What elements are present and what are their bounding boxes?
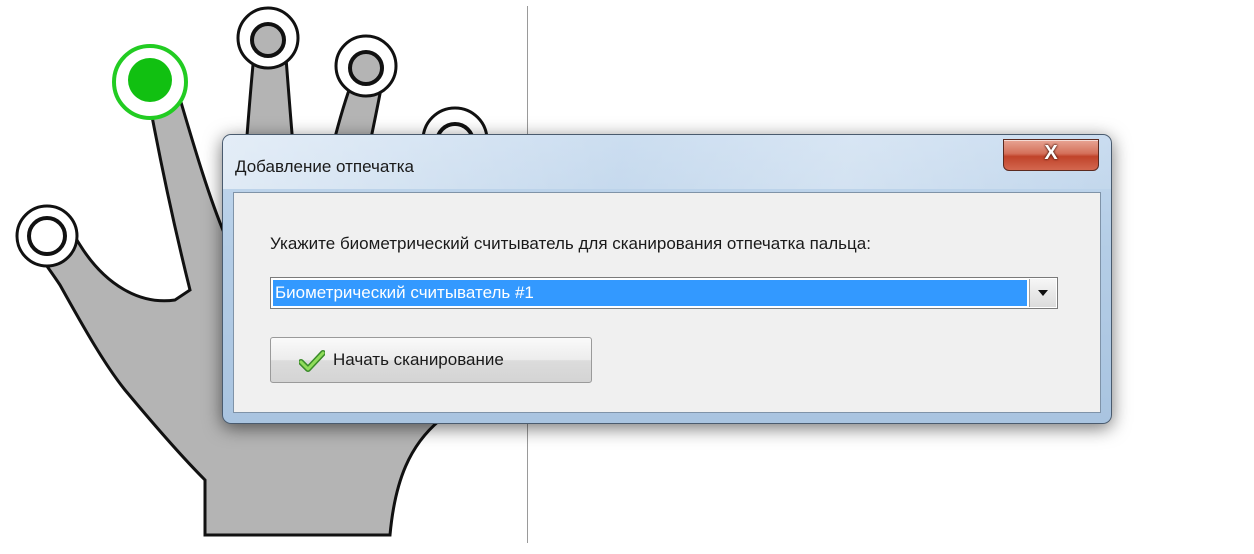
reader-select-value: Биометрический считыватель #1 xyxy=(273,280,1027,306)
chevron-down-icon[interactable] xyxy=(1029,279,1056,307)
middle-finger-marker[interactable] xyxy=(334,34,398,98)
dialog-title: Добавление отпечатка xyxy=(235,157,414,176)
thumb-finger-marker-selected[interactable] xyxy=(112,44,188,120)
dialog-content: Укажите биометрический считыватель для с… xyxy=(233,192,1101,413)
little-finger-marker[interactable] xyxy=(15,204,79,268)
reader-select[interactable]: Биометрический считыватель #1 xyxy=(270,277,1058,309)
checkmark-icon xyxy=(299,350,325,372)
start-scan-label: Начать сканирование xyxy=(333,350,504,369)
reader-prompt-label: Укажите биометрический считыватель для с… xyxy=(270,234,871,253)
add-fingerprint-dialog: Добавление отпечатка X Укажите биометрич… xyxy=(222,134,1112,424)
start-scan-button[interactable]: Начать сканирование xyxy=(270,337,592,383)
close-icon: X xyxy=(1044,142,1058,164)
ring-finger-marker[interactable] xyxy=(236,6,300,70)
close-button[interactable]: X xyxy=(1003,139,1099,171)
